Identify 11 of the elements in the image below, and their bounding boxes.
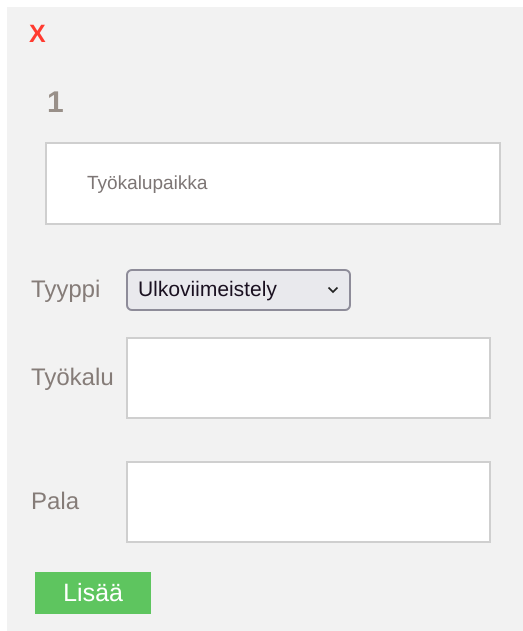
chevron-down-icon bbox=[327, 286, 339, 294]
add-button[interactable]: Lisää bbox=[35, 572, 151, 614]
close-button[interactable]: X bbox=[29, 19, 46, 49]
type-select[interactable]: Ulkoviimeistely bbox=[126, 269, 351, 311]
field-label: Tyyppi bbox=[30, 276, 102, 304]
location-field[interactable]: Työkalupaikka bbox=[45, 142, 501, 225]
input-field[interactable] bbox=[126, 337, 491, 419]
input-field[interactable] bbox=[126, 461, 491, 543]
field-label: Pala bbox=[30, 488, 80, 516]
field-label: Työkalu bbox=[30, 364, 115, 392]
item-number: 1 bbox=[47, 86, 64, 120]
